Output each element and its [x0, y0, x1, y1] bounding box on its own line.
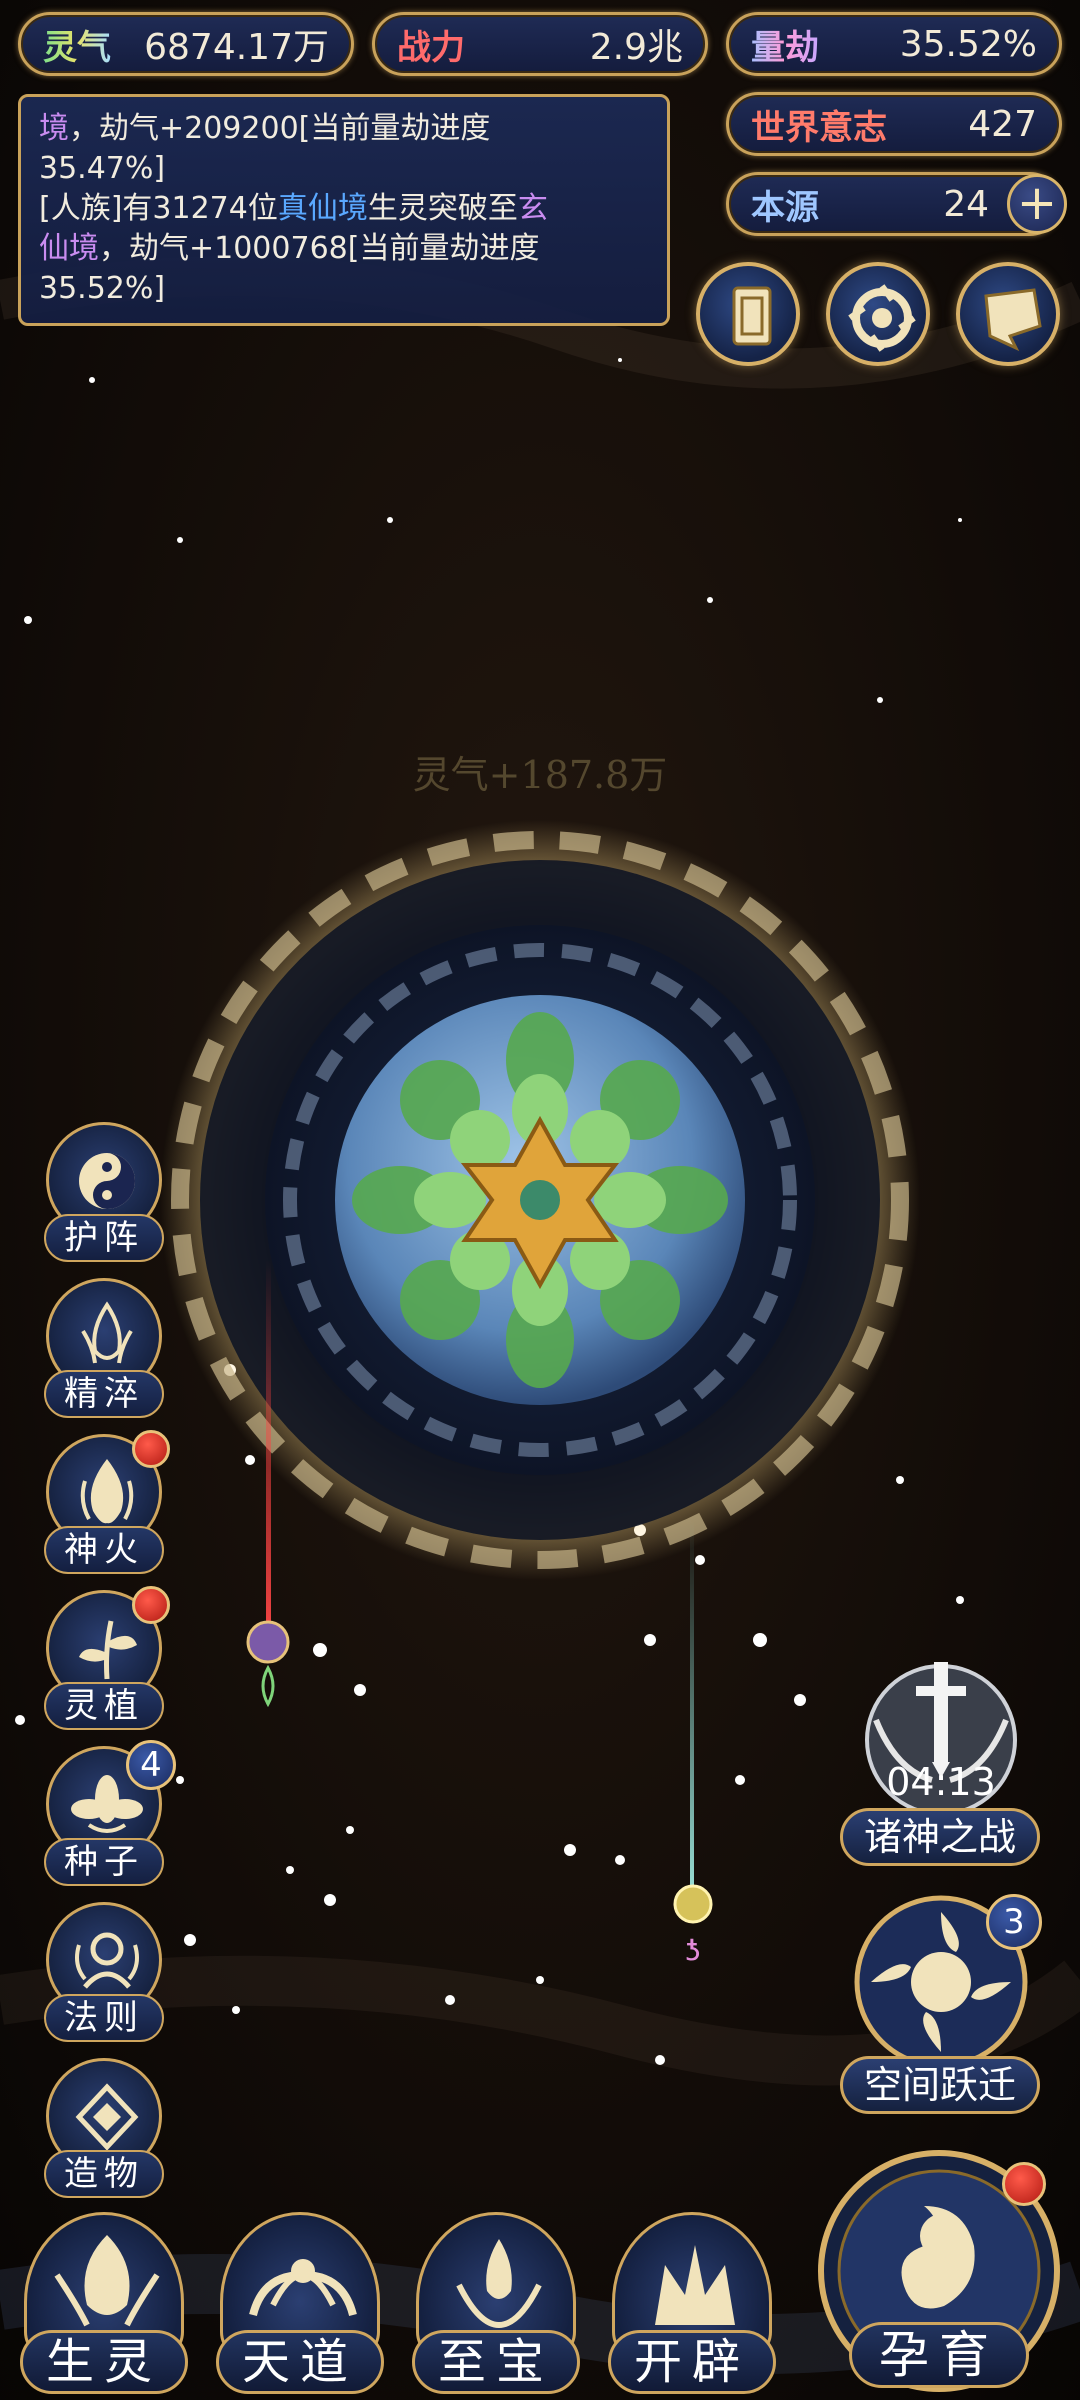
- side-item-label: 灵植: [44, 1682, 164, 1730]
- scroll-button[interactable]: [956, 262, 1060, 366]
- side-item-label: 精淬: [44, 1370, 164, 1418]
- liangjie-value: 35.52%: [899, 23, 1037, 65]
- zhanli-resource: 战力 2.9兆: [372, 12, 708, 76]
- liangjie-resource: 量劫 35.52%: [726, 12, 1062, 76]
- card-button[interactable]: [696, 262, 800, 366]
- nav-label: 至宝: [412, 2330, 580, 2394]
- linqi-gain-popup: 灵气+187.8万: [412, 753, 668, 797]
- scroll-icon: [984, 288, 1042, 352]
- nav-label: 生灵: [20, 2330, 188, 2394]
- side-item-label: 神火: [44, 1526, 164, 1574]
- nav-shengling[interactable]: 生灵: [16, 2212, 192, 2400]
- nav-label: 开辟: [608, 2330, 776, 2394]
- log-realm-text: 仙境: [39, 231, 99, 266]
- card-icon: [732, 286, 772, 346]
- nav-kaipi[interactable]: 开辟: [604, 2212, 780, 2400]
- nav-zhibao[interactable]: 至宝: [408, 2212, 584, 2400]
- side-item-label: 护阵: [44, 1214, 164, 1262]
- count-badge: 3: [986, 1894, 1042, 1950]
- shijie-yizhi-value: 427: [968, 103, 1037, 145]
- benyuan-resource: 本源 24 +: [726, 172, 1067, 236]
- side-item-zaowu[interactable]: 造物: [38, 2058, 170, 2198]
- side-item-faze[interactable]: 法则: [38, 1902, 170, 2042]
- gods-war-event[interactable]: 04:13 诸神之战: [836, 1650, 1046, 1870]
- side-item-jingcui[interactable]: 精淬: [38, 1278, 170, 1418]
- gods-war-timer: 04:13: [886, 1760, 996, 1804]
- linqi-value: 6874.17万: [144, 27, 329, 68]
- side-item-shenhuo[interactable]: 神火: [38, 1430, 170, 1574]
- count-badge: 4: [126, 1740, 176, 1790]
- event-log-panel[interactable]: 境，劫气+209200[当前量劫进度 35.47%] [人族]有31274位真仙…: [18, 94, 670, 326]
- space-jump-label: 空间跃迁: [840, 2056, 1040, 2114]
- vortex-icon: [848, 284, 916, 352]
- log-line: [人族]有31274位真仙境生灵突破至玄: [39, 189, 649, 229]
- log-realm-text: 真仙境: [277, 191, 368, 226]
- shijie-yizhi-label: 世界意志: [751, 107, 887, 148]
- liangjie-label: 量劫: [751, 20, 819, 69]
- log-realm-text: 境: [39, 111, 69, 146]
- side-item-zhongzi[interactable]: 4 种子: [38, 1740, 176, 1886]
- benyuan-label: 本源: [751, 187, 819, 228]
- log-line: 境，劫气+209200[当前量劫进度: [39, 109, 649, 149]
- zhanli-label: 战力: [397, 27, 465, 68]
- benyuan-add-button[interactable]: +: [1007, 174, 1067, 234]
- yunyu-label: 孕育: [849, 2322, 1029, 2388]
- log-line: 35.47%]: [39, 151, 166, 186]
- side-item-lingzhi[interactable]: 灵植: [38, 1586, 170, 1730]
- notification-dot: [132, 1586, 170, 1624]
- side-item-huzhen[interactable]: 护阵: [38, 1122, 170, 1262]
- linqi-label: 灵气: [43, 20, 111, 69]
- log-line: 35.52%]: [39, 271, 166, 306]
- nav-tiandao[interactable]: 天道: [212, 2212, 388, 2400]
- yunyu-main-button[interactable]: 孕育: [814, 2146, 1064, 2396]
- vortex-button[interactable]: [826, 262, 930, 366]
- linqi-resource: 灵气 6874.17万: [18, 12, 354, 76]
- side-item-label: 造物: [44, 2150, 164, 2198]
- log-realm-text: 玄: [517, 191, 548, 226]
- notification-dot: [132, 1430, 170, 1468]
- log-text: 生灵突破至: [367, 191, 518, 226]
- nav-label: 天道: [216, 2330, 384, 2394]
- space-jump-event[interactable]: 3 空间跃迁: [836, 1890, 1046, 2120]
- zhanli-value: 2.9兆: [589, 27, 683, 68]
- log-text: ，劫气+209200[当前量劫进度: [69, 111, 491, 146]
- log-line: 仙境，劫气+1000768[当前量劫进度: [39, 229, 649, 269]
- svg-text:ƾ: ƾ: [685, 1933, 700, 1968]
- log-text: [人族]有31274位: [39, 191, 278, 226]
- log-text: ，劫气+1000768[当前量劫进度: [99, 231, 540, 266]
- shijie-yizhi-resource: 世界意志 427: [726, 92, 1062, 156]
- notification-dot: [1002, 2162, 1046, 2206]
- gods-war-label: 诸神之战: [840, 1808, 1040, 1866]
- side-item-label: 种子: [44, 1838, 164, 1886]
- benyuan-value: 24: [943, 183, 989, 225]
- side-item-label: 法则: [44, 1994, 164, 2042]
